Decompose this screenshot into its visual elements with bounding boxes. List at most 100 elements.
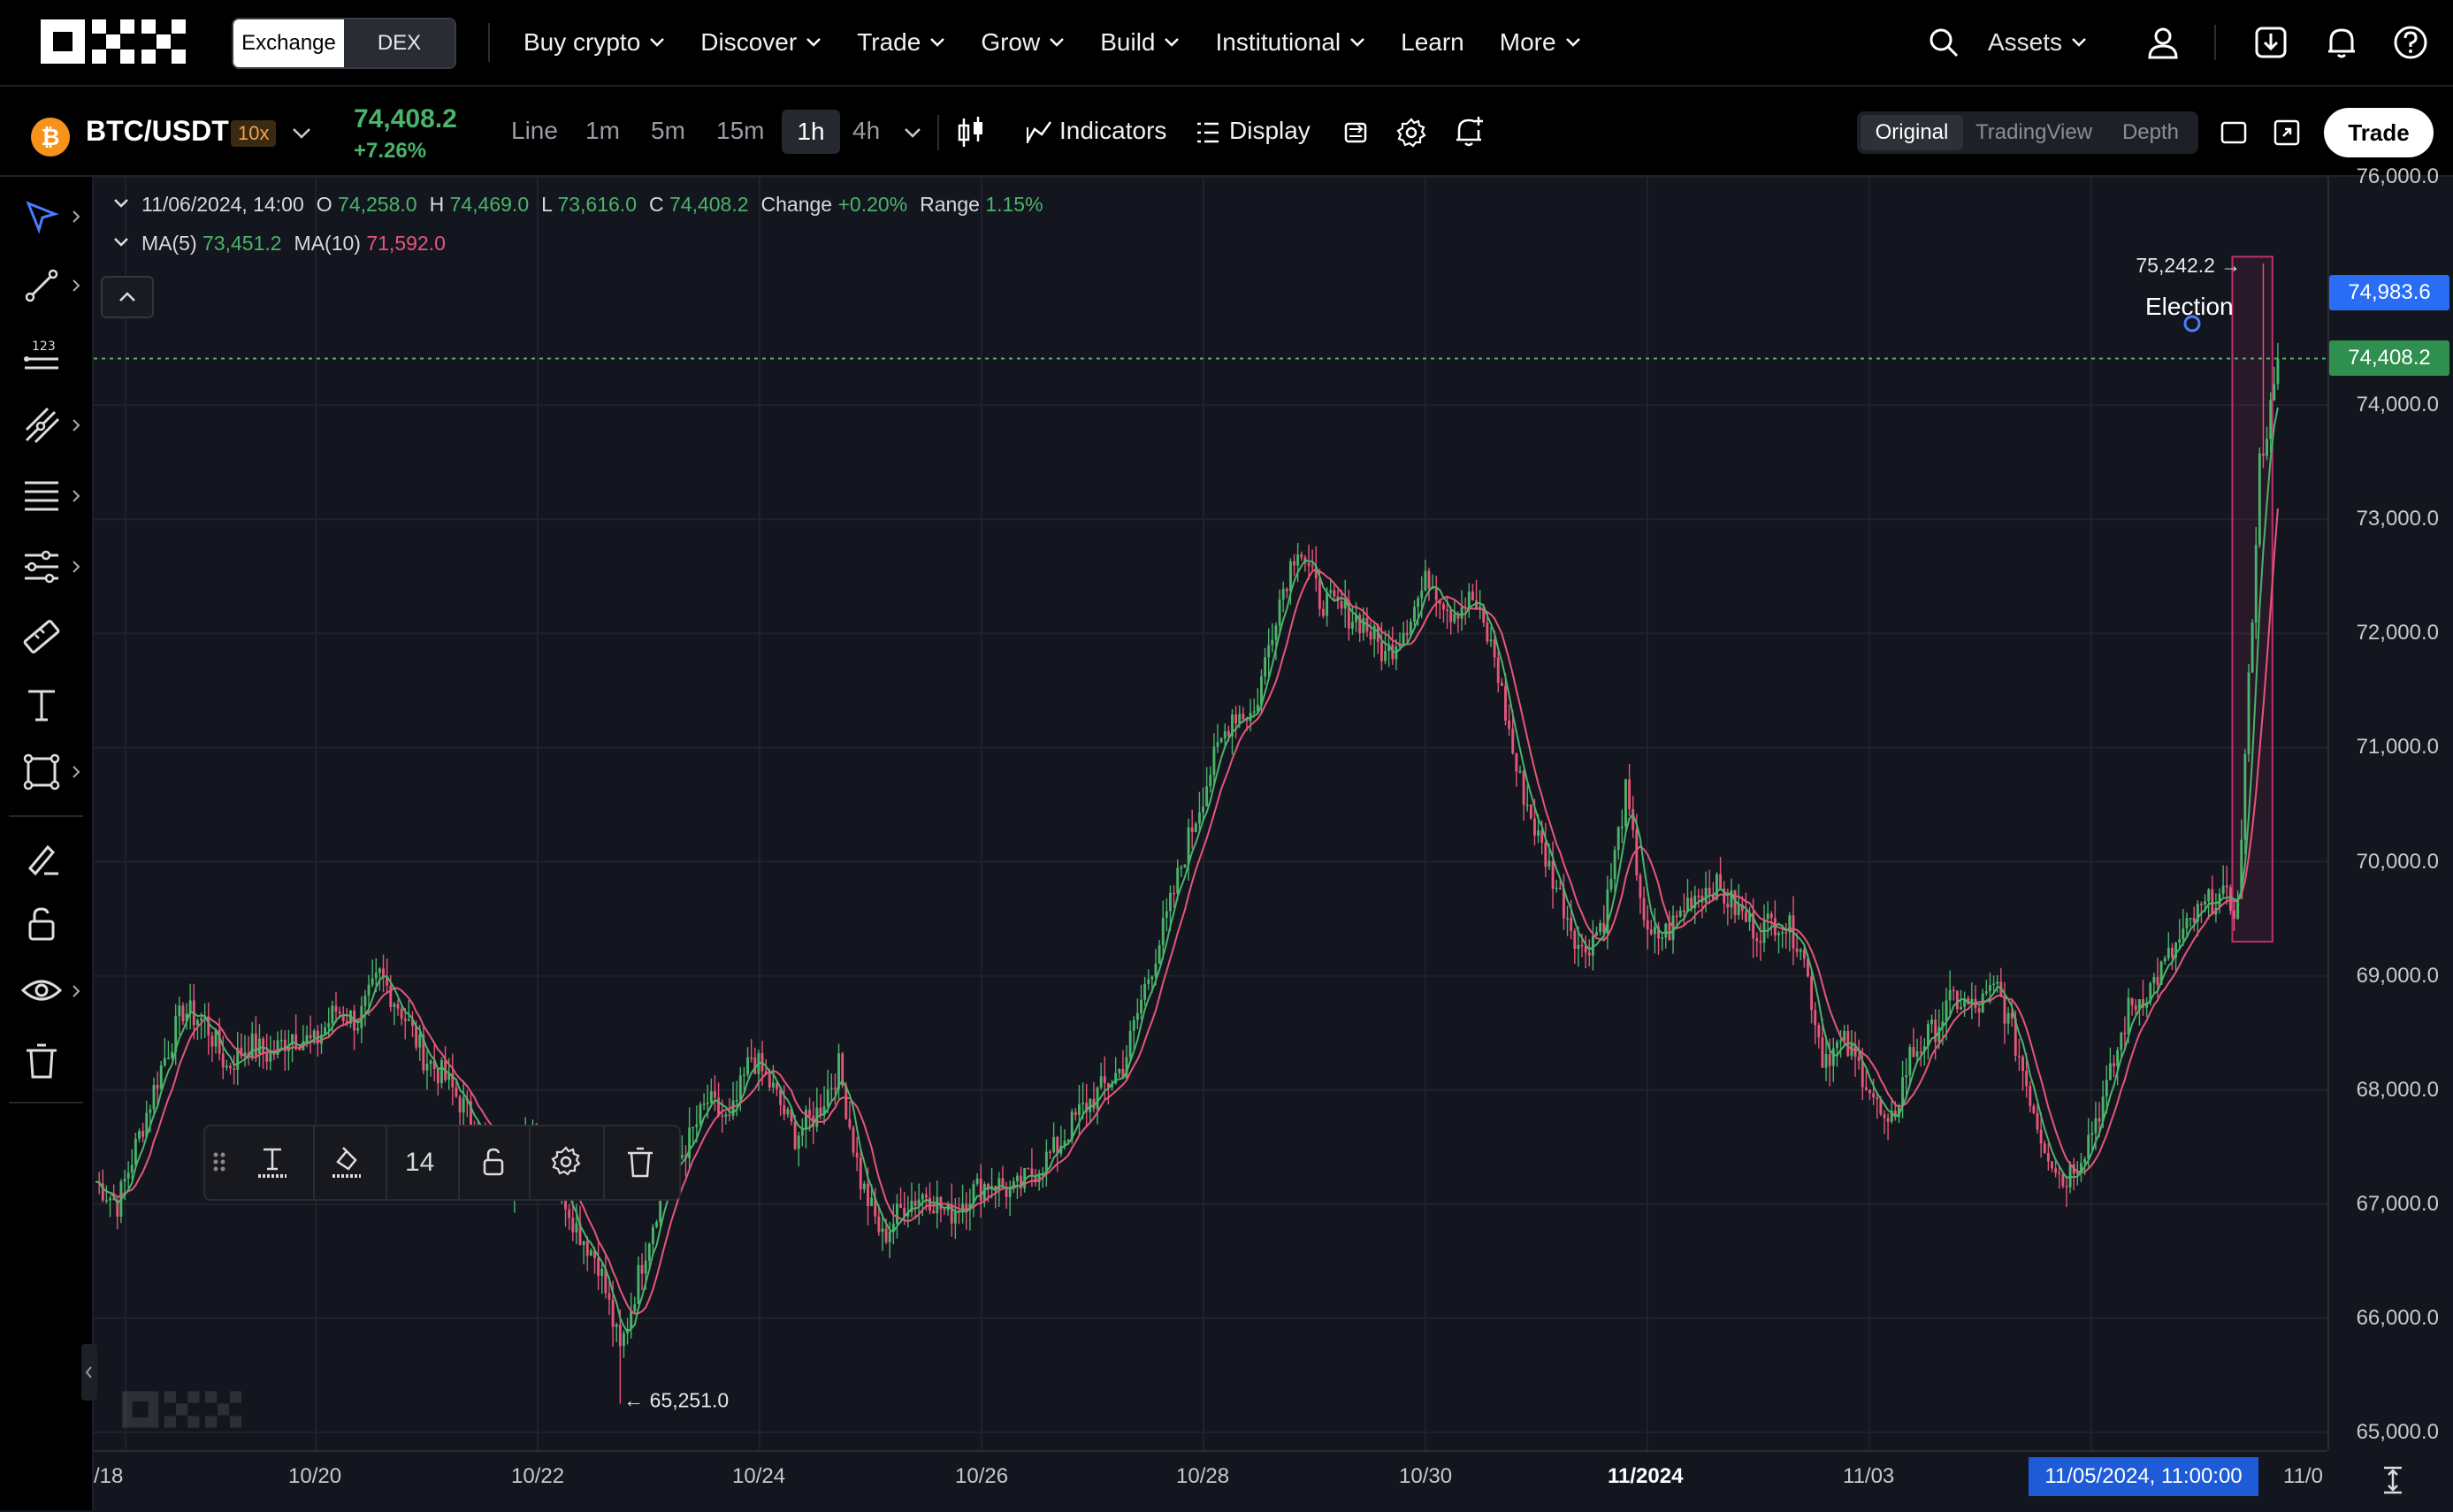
- exchange-tab[interactable]: Exchange: [233, 19, 344, 67]
- drag-handle-icon[interactable]: [210, 1144, 228, 1180]
- lock-icon[interactable]: [19, 902, 64, 946]
- display-icon[interactable]: [1196, 120, 1220, 145]
- delete-trash-icon[interactable]: [623, 1144, 658, 1180]
- candle-body: [1952, 989, 1955, 992]
- candle-body: [2127, 997, 2130, 1035]
- candle-body: [163, 1058, 166, 1065]
- download-icon[interactable]: [2253, 25, 2289, 60]
- object-settings-gear-icon[interactable]: [548, 1144, 584, 1180]
- timeframe-5m[interactable]: 5m: [651, 117, 685, 145]
- nav-institutional[interactable]: Institutional: [1215, 28, 1365, 57]
- candle-body: [2156, 976, 2159, 985]
- indicators-button[interactable]: Indicators: [1059, 117, 1166, 145]
- candle-type-icon[interactable]: [955, 115, 987, 150]
- trash-icon[interactable]: [19, 1040, 64, 1084]
- candle-body: [913, 1201, 917, 1206]
- axis-scale-icon[interactable]: [2377, 1464, 2409, 1496]
- chevron-right-icon[interactable]: [71, 210, 81, 224]
- nav-buy-crypto[interactable]: Buy crypto: [523, 28, 665, 57]
- nav-discover[interactable]: Discover: [700, 28, 821, 57]
- cursor-arrow-icon[interactable]: [19, 195, 64, 239]
- view-depth[interactable]: Depth: [2108, 111, 2193, 154]
- settings-gear-icon[interactable]: [1395, 117, 1427, 149]
- candle-body: [2006, 1012, 2010, 1024]
- dex-tab[interactable]: DEX: [344, 19, 455, 67]
- candle-body: [1646, 920, 1649, 930]
- view-selector: Original TradingView Depth: [1857, 111, 2198, 154]
- candle-body: [455, 1087, 458, 1097]
- help-icon[interactable]: [2393, 25, 2428, 60]
- pair-symbol[interactable]: BTC/USDT: [86, 115, 229, 148]
- shape-tool-icon[interactable]: [19, 750, 64, 794]
- candle-body: [1264, 657, 1267, 677]
- candle-body: [2025, 1071, 2029, 1087]
- candle-body: [1883, 1114, 1886, 1119]
- pattern-icon[interactable]: [19, 545, 64, 589]
- indicators-icon[interactable]: [1026, 118, 1052, 145]
- search-icon[interactable]: [1926, 25, 1961, 60]
- candle-body: [1996, 981, 1999, 984]
- pair-chevron-down-icon[interactable]: [292, 127, 311, 140]
- text-tool-icon[interactable]: [19, 683, 64, 727]
- chevron-right-icon[interactable]: [71, 489, 81, 503]
- bell-icon[interactable]: [2324, 25, 2359, 60]
- layout-icon[interactable]: [2220, 120, 2248, 145]
- nav-build[interactable]: Build: [1100, 28, 1180, 57]
- ma5-label: MA(5): [141, 232, 197, 255]
- chart-canvas[interactable]: 75,242.2 → ← 65,251.0 Election: [94, 177, 2327, 1450]
- brush-icon[interactable]: [19, 836, 64, 881]
- candle-body: [862, 1183, 866, 1189]
- candle-body: [1901, 1077, 1905, 1106]
- nav-grow[interactable]: Grow: [981, 28, 1065, 57]
- ruler-icon[interactable]: [19, 615, 64, 660]
- chevron-right-icon[interactable]: [71, 279, 81, 293]
- candle-body: [640, 1264, 644, 1274]
- alert-icon[interactable]: [1454, 115, 1486, 149]
- candle-body: [1424, 570, 1427, 592]
- view-original[interactable]: Original: [1861, 115, 1963, 150]
- pitchfork-icon[interactable]: [19, 403, 64, 447]
- nav-more[interactable]: More: [1500, 28, 1581, 57]
- chevron-right-icon[interactable]: [71, 418, 81, 432]
- fill-bucket-icon[interactable]: [329, 1144, 364, 1180]
- ma-legend-chevron-icon[interactable]: [113, 237, 129, 248]
- trend-line-icon[interactable]: [19, 263, 64, 308]
- close-label: C: [648, 193, 664, 216]
- candle-body: [425, 1064, 429, 1071]
- chevron-right-icon[interactable]: [71, 984, 81, 998]
- unlock-icon[interactable]: [476, 1144, 511, 1180]
- high-price-label: 75,242.2 →: [2136, 254, 2241, 277]
- compare-icon[interactable]: [1342, 118, 1371, 147]
- candle-body: [2276, 358, 2280, 385]
- text-color-icon[interactable]: [255, 1144, 290, 1180]
- nav-learn[interactable]: Learn: [1401, 28, 1464, 57]
- fibonacci-icon[interactable]: [19, 474, 64, 518]
- candle-body: [2243, 753, 2247, 840]
- candlestick-chart[interactable]: 75,242.2 →← 65,251.0Election: [94, 177, 2327, 1450]
- candle-body: [1493, 639, 1496, 658]
- view-tradingview[interactable]: TradingView: [1967, 111, 2101, 154]
- candle-body: [2017, 1056, 2021, 1058]
- timeframe-1h[interactable]: 1h: [782, 110, 840, 154]
- chevron-right-icon[interactable]: [71, 560, 81, 574]
- user-icon[interactable]: [2145, 25, 2181, 60]
- chevron-right-icon[interactable]: [71, 765, 81, 779]
- okx-logo[interactable]: [41, 19, 187, 64]
- timeframe-1m[interactable]: 1m: [585, 117, 620, 145]
- timeframe-line[interactable]: Line: [511, 117, 558, 145]
- assets-menu[interactable]: Assets: [1988, 0, 2087, 85]
- price-label-icon[interactable]: 123: [19, 332, 64, 377]
- timeframe-15m[interactable]: 15m: [716, 117, 764, 145]
- font-size-selector[interactable]: 14: [405, 1148, 434, 1178]
- legend-collapse-chevron-icon[interactable]: [113, 198, 129, 209]
- visibility-eye-icon[interactable]: [19, 969, 64, 1013]
- fullscreen-icon[interactable]: [2273, 118, 2301, 147]
- display-button[interactable]: Display: [1229, 117, 1311, 145]
- candle-body: [309, 1035, 312, 1039]
- nav-trade[interactable]: Trade: [857, 28, 945, 57]
- timeframe-4h[interactable]: 4h: [852, 117, 880, 145]
- trade-button[interactable]: Trade: [2324, 108, 2434, 157]
- more-timeframes-chevron-icon[interactable]: [904, 127, 921, 139]
- price-tick-label: 69,000.0: [2356, 963, 2439, 988]
- legend-collapse-button[interactable]: [101, 276, 154, 318]
